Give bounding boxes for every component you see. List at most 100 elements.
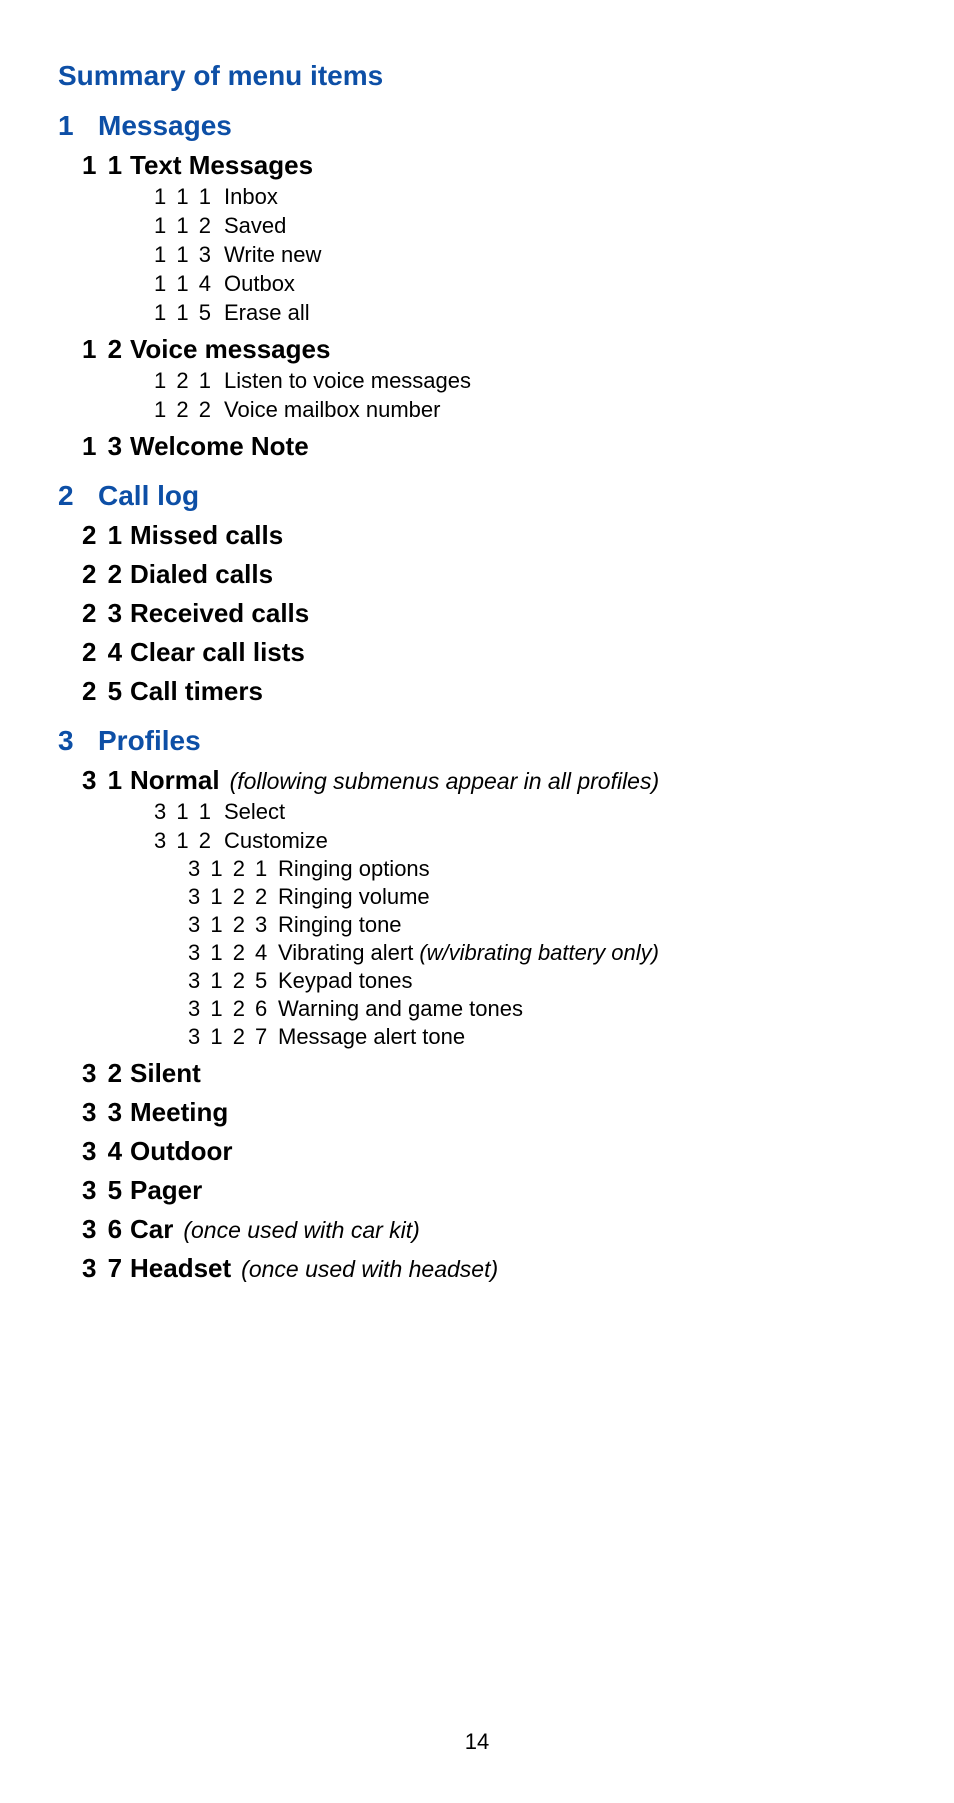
submenu-number: 3 7 xyxy=(82,1253,130,1284)
submenu-label: Welcome Note xyxy=(130,431,309,462)
item-label: Write new xyxy=(224,242,321,268)
item-label: Saved xyxy=(224,213,286,239)
submenu-number: 2 4 xyxy=(82,637,130,668)
menu-number: 1 xyxy=(58,110,98,142)
item-saved: 1 1 2Saved xyxy=(154,213,896,239)
item-label: Customize xyxy=(224,828,328,854)
item-label: Inbox xyxy=(224,184,278,210)
submenu-label: Pager xyxy=(130,1175,202,1206)
menu-messages: 1 Messages xyxy=(58,110,896,142)
subitem-note: (w/vibrating battery only) xyxy=(419,940,659,966)
submenu-number: 1 3 xyxy=(82,431,130,462)
submenu-outdoor: 3 4Outdoor xyxy=(82,1136,896,1167)
item-label: Erase all xyxy=(224,300,310,326)
item-voice-mailbox: 1 2 2Voice mailbox number xyxy=(154,397,896,423)
subitem-number: 3 1 2 4 xyxy=(188,940,278,966)
item-label: Voice mailbox number xyxy=(224,397,440,423)
submenu-welcome-note: 1 3 Welcome Note xyxy=(82,431,896,462)
item-select: 3 1 1Select xyxy=(154,799,896,825)
subitem-vibrating-alert: 3 1 2 4Vibrating alert(w/vibrating batte… xyxy=(188,940,896,966)
submenu-number: 2 3 xyxy=(82,598,130,629)
submenu-car: 3 6Car (once used with car kit) xyxy=(82,1214,896,1245)
subitem-number: 3 1 2 2 xyxy=(188,884,278,910)
menu-number: 3 xyxy=(58,725,98,757)
submenu-note: (once used with headset) xyxy=(241,1256,498,1283)
submenu-label: Received calls xyxy=(130,598,309,629)
subitem-label: Message alert tone xyxy=(278,1024,465,1050)
item-listen-voice: 1 2 1Listen to voice messages xyxy=(154,368,896,394)
subitem-number: 3 1 2 6 xyxy=(188,996,278,1022)
subitem-message-alert-tone: 3 1 2 7Message alert tone xyxy=(188,1024,896,1050)
submenu-label: Call timers xyxy=(130,676,263,707)
item-number: 1 1 3 xyxy=(154,242,224,268)
submenu-number: 1 2 xyxy=(82,334,130,365)
item-label: Listen to voice messages xyxy=(224,368,471,394)
subitem-label: Ringing options xyxy=(278,856,430,882)
subitem-keypad-tones: 3 1 2 5Keypad tones xyxy=(188,968,896,994)
subitem-label: Warning and game tones xyxy=(278,996,523,1022)
submenu-normal: 3 1 Normal (following submenus appear in… xyxy=(82,765,896,796)
submenu-label: Dialed calls xyxy=(130,559,273,590)
submenu-number: 3 4 xyxy=(82,1136,130,1167)
subitem-label: Keypad tones xyxy=(278,968,413,994)
menu-call-log: 2 Call log xyxy=(58,480,896,512)
page-number: 14 xyxy=(465,1729,489,1755)
subitem-number: 3 1 2 1 xyxy=(188,856,278,882)
item-number: 1 1 5 xyxy=(154,300,224,326)
item-number: 1 1 1 xyxy=(154,184,224,210)
submenu-label: Voice messages xyxy=(130,334,330,365)
submenu-number: 3 3 xyxy=(82,1097,130,1128)
submenu-label: Car xyxy=(130,1214,173,1245)
submenu-label: Text Messages xyxy=(130,150,313,181)
subitem-number: 3 1 2 5 xyxy=(188,968,278,994)
submenu-number: 3 6 xyxy=(82,1214,130,1245)
submenu-received-calls: 2 3Received calls xyxy=(82,598,896,629)
item-write-new: 1 1 3Write new xyxy=(154,242,896,268)
submenu-number: 2 2 xyxy=(82,559,130,590)
item-label: Outbox xyxy=(224,271,295,297)
submenu-text-messages: 1 1 Text Messages xyxy=(82,150,896,181)
subitem-label: Vibrating alert xyxy=(278,940,413,966)
item-number: 1 2 1 xyxy=(154,368,224,394)
submenu-call-timers: 2 5Call timers xyxy=(82,676,896,707)
submenu-headset: 3 7Headset (once used with headset) xyxy=(82,1253,896,1284)
item-number: 1 1 4 xyxy=(154,271,224,297)
menu-profiles: 3 Profiles xyxy=(58,725,896,757)
item-number: 1 1 2 xyxy=(154,213,224,239)
submenu-label: Outdoor xyxy=(130,1136,233,1167)
submenu-number: 3 1 xyxy=(82,765,130,796)
submenu-pager: 3 5Pager xyxy=(82,1175,896,1206)
submenu-label: Clear call lists xyxy=(130,637,305,668)
page-title: Summary of menu items xyxy=(58,60,896,92)
subitem-label: Ringing tone xyxy=(278,912,402,938)
submenu-number: 2 5 xyxy=(82,676,130,707)
subitem-ringing-options: 3 1 2 1Ringing options xyxy=(188,856,896,882)
item-customize: 3 1 2Customize xyxy=(154,828,896,854)
submenu-label: Missed calls xyxy=(130,520,283,551)
submenu-number: 2 1 xyxy=(82,520,130,551)
submenu-label: Headset xyxy=(130,1253,231,1284)
subitem-ringing-tone: 3 1 2 3Ringing tone xyxy=(188,912,896,938)
item-outbox: 1 1 4Outbox xyxy=(154,271,896,297)
submenu-missed-calls: 2 1Missed calls xyxy=(82,520,896,551)
submenu-dialed-calls: 2 2Dialed calls xyxy=(82,559,896,590)
item-number: 3 1 2 xyxy=(154,828,224,854)
submenu-clear-call-lists: 2 4Clear call lists xyxy=(82,637,896,668)
item-number: 1 2 2 xyxy=(154,397,224,423)
submenu-label: Normal xyxy=(130,765,220,796)
item-label: Select xyxy=(224,799,285,825)
subitem-ringing-volume: 3 1 2 2Ringing volume xyxy=(188,884,896,910)
submenu-number: 1 1 xyxy=(82,150,130,181)
submenu-note: (once used with car kit) xyxy=(183,1217,419,1244)
item-erase-all: 1 1 5Erase all xyxy=(154,300,896,326)
submenu-voice-messages: 1 2 Voice messages xyxy=(82,334,896,365)
subitem-label: Ringing volume xyxy=(278,884,430,910)
submenu-silent: 3 2Silent xyxy=(82,1058,896,1089)
menu-label: Messages xyxy=(98,110,232,142)
item-number: 3 1 1 xyxy=(154,799,224,825)
subitem-number: 3 1 2 3 xyxy=(188,912,278,938)
submenu-meeting: 3 3Meeting xyxy=(82,1097,896,1128)
menu-label: Call log xyxy=(98,480,199,512)
subitem-number: 3 1 2 7 xyxy=(188,1024,278,1050)
menu-label: Profiles xyxy=(98,725,201,757)
